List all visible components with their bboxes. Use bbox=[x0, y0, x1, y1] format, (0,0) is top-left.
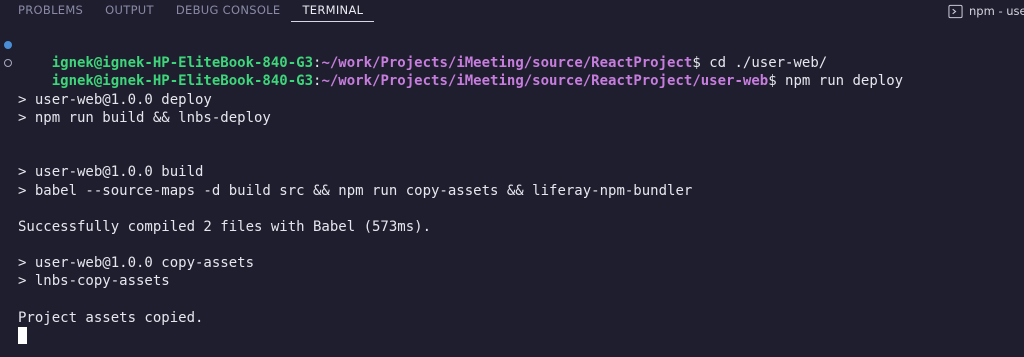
output-line: Successfully compiled 2 files with Babel… bbox=[18, 218, 432, 235]
tab-problems[interactable]: PROBLEMS bbox=[0, 0, 94, 22]
terminal-instance-label: npm - use bbox=[969, 4, 1024, 18]
output-line: > npm run build && lnbs-deploy bbox=[18, 109, 271, 126]
output-line: > lnbs-copy-assets bbox=[18, 273, 170, 290]
tab-terminal[interactable]: TERMINAL bbox=[291, 0, 375, 22]
terminal-output[interactable]: ignek@ignek-HP-EliteBook-840-G3:~/work/P… bbox=[0, 36, 1024, 357]
terminal-instance-selector[interactable]: npm - use bbox=[948, 0, 1024, 22]
output-line: > babel --source-maps -d build src && np… bbox=[18, 182, 693, 199]
terminal-cursor bbox=[18, 327, 27, 344]
terminal-prompt-line: ignek@ignek-HP-EliteBook-840-G3:~/work/P… bbox=[0, 36, 1024, 71]
output-line: Project assets copied. bbox=[18, 309, 204, 326]
output-line: > user-web@1.0.0 deploy bbox=[18, 91, 212, 108]
terminal-icon bbox=[948, 4, 963, 18]
cursor-line bbox=[0, 327, 1024, 345]
tab-debug-console[interactable]: DEBUG CONSOLE bbox=[165, 0, 292, 22]
terminal-prompt-line: ignek@ignek-HP-EliteBook-840-G3:~/work/P… bbox=[0, 54, 1024, 89]
output-line: > user-web@1.0.0 copy-assets bbox=[18, 255, 255, 272]
command-success-icon[interactable] bbox=[4, 41, 12, 49]
output-line: > user-web@1.0.0 build bbox=[18, 164, 204, 181]
tab-output[interactable]: OUTPUT bbox=[94, 0, 165, 22]
command-running-icon[interactable] bbox=[4, 59, 12, 68]
panel-tab-bar: PROBLEMS OUTPUT DEBUG CONSOLE TERMINAL bbox=[0, 0, 1024, 22]
